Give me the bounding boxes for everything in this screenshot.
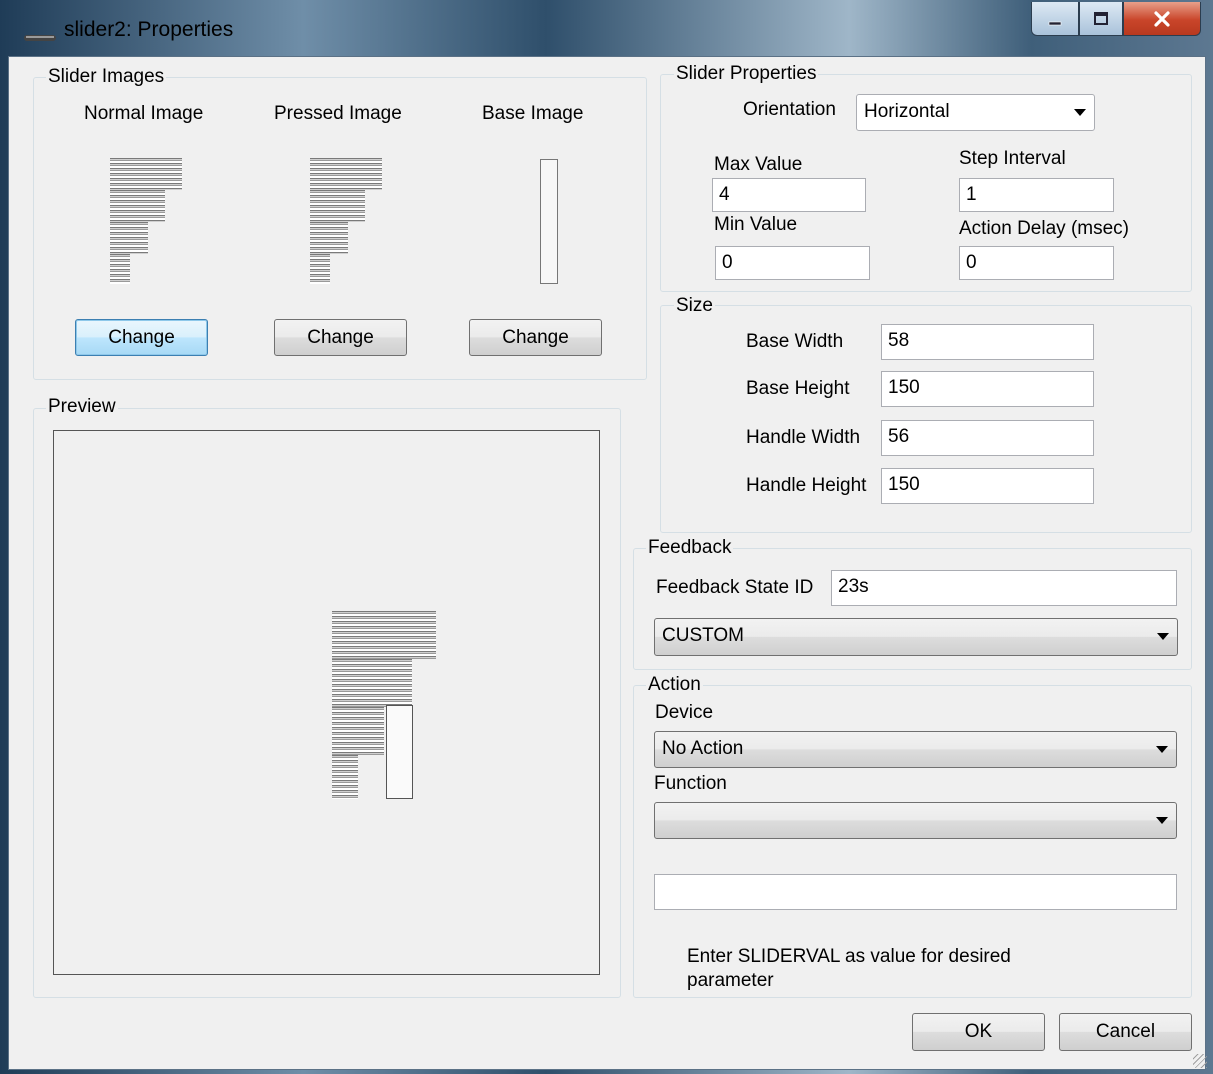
pressed-image-label: Pressed Image: [274, 103, 402, 124]
parameter-input[interactable]: [654, 874, 1177, 910]
close-button[interactable]: [1123, 2, 1201, 36]
orientation-select[interactable]: Horizontal: [856, 94, 1095, 131]
feedback-state-id-label: Feedback State ID: [656, 577, 814, 598]
max-value-label: Max Value: [714, 154, 803, 175]
base-width-input[interactable]: 58: [881, 324, 1094, 360]
sliderval-hint: Enter SLIDERVAL as value for desired par…: [687, 946, 1011, 991]
change-pressed-image-button[interactable]: Change: [274, 319, 407, 356]
handle-height-label: Handle Height: [746, 475, 867, 496]
preview-canvas: [53, 430, 600, 975]
normal-image-label: Normal Image: [84, 103, 204, 124]
title-bar[interactable]: slider2: Properties: [0, 0, 1213, 56]
change-normal-image-button[interactable]: Change: [75, 319, 208, 356]
action-legend: Action: [646, 674, 703, 696]
app-icon: [24, 27, 56, 41]
slider-images-legend: Slider Images: [46, 66, 167, 88]
step-interval-input[interactable]: 1: [959, 178, 1114, 212]
change-base-image-button[interactable]: Change: [469, 319, 602, 356]
chevron-down-icon: [1156, 746, 1168, 753]
max-value-input[interactable]: 4: [712, 178, 866, 212]
action-delay-label: Action Delay (msec): [959, 218, 1129, 239]
preview-legend: Preview: [46, 396, 118, 418]
maximize-button[interactable]: [1079, 2, 1123, 36]
size-legend: Size: [674, 295, 715, 317]
handle-width-label: Handle Width: [746, 427, 861, 448]
step-interval-label: Step Interval: [959, 148, 1066, 169]
close-icon: [1154, 10, 1170, 27]
function-select[interactable]: [654, 802, 1177, 839]
feedback-legend: Feedback: [646, 537, 734, 559]
minimize-icon: [1048, 21, 1062, 25]
chevron-down-icon: [1157, 633, 1169, 640]
base-height-label: Base Height: [746, 378, 850, 399]
orientation-label: Orientation: [743, 99, 836, 120]
chevron-down-icon: [1156, 817, 1168, 824]
cancel-button[interactable]: Cancel: [1059, 1013, 1192, 1051]
function-label: Function: [654, 773, 727, 794]
preview-slider-image: [332, 609, 436, 799]
slider-properties-legend: Slider Properties: [674, 63, 819, 85]
orientation-select-value: Horizontal: [864, 101, 950, 122]
properties-window: slider2: Properties Slider Images Normal…: [0, 0, 1213, 1074]
normal-image-thumbnail: [110, 158, 182, 284]
handle-height-input[interactable]: 150: [881, 468, 1094, 504]
feedback-state-id-input[interactable]: 23s: [831, 570, 1177, 606]
base-image-label: Base Image: [482, 103, 584, 124]
feedback-type-select-value: CUSTOM: [662, 625, 744, 646]
maximize-icon: [1094, 11, 1108, 25]
chevron-down-icon: [1074, 109, 1086, 116]
base-image-thumbnail: [540, 159, 558, 284]
min-value-label: Min Value: [714, 214, 798, 235]
preview-base-image: [386, 705, 413, 799]
device-label: Device: [655, 702, 714, 723]
feedback-type-select[interactable]: CUSTOM: [654, 618, 1178, 656]
minimize-button[interactable]: [1031, 2, 1079, 36]
base-width-label: Base Width: [746, 331, 844, 352]
device-select-value: No Action: [662, 738, 744, 759]
handle-width-input[interactable]: 56: [881, 420, 1094, 456]
window-title: slider2: Properties: [64, 18, 234, 41]
base-height-input[interactable]: 150: [881, 371, 1094, 407]
pressed-image-thumbnail: [310, 158, 382, 284]
min-value-input[interactable]: 0: [715, 246, 870, 280]
action-delay-input[interactable]: 0: [959, 246, 1114, 280]
ok-button[interactable]: OK: [912, 1013, 1045, 1051]
device-select[interactable]: No Action: [654, 731, 1177, 768]
resize-grip-icon[interactable]: [1193, 1054, 1207, 1068]
